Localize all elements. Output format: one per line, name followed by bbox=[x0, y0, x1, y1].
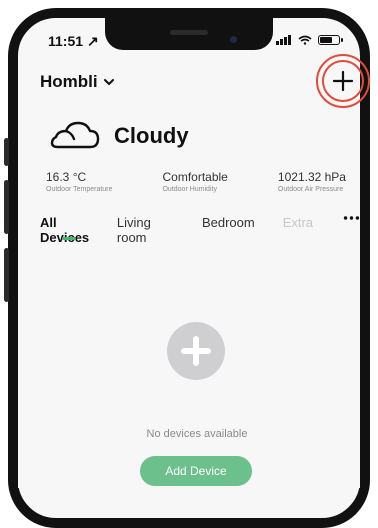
weather-stat-pressure: 1021.32 hPa Outdoor Air Pressure bbox=[278, 170, 346, 193]
status-time: 11:51 ↗ bbox=[48, 33, 99, 50]
mute-switch bbox=[4, 138, 9, 166]
home-selector[interactable]: Hombli bbox=[40, 72, 114, 92]
weather-stat-temperature: 16.3 °C Outdoor Temperature bbox=[46, 170, 112, 193]
battery-icon bbox=[318, 35, 343, 45]
wifi-icon bbox=[298, 35, 312, 45]
humidity-value: Comfortable bbox=[162, 170, 228, 184]
battery-level bbox=[320, 37, 332, 43]
tab-extra[interactable]: Extra bbox=[283, 215, 313, 230]
weather-summary: Cloudy bbox=[48, 119, 189, 153]
add-button[interactable] bbox=[331, 69, 355, 93]
volume-up-button bbox=[4, 180, 9, 234]
status-time-text: 11:51 bbox=[48, 33, 84, 49]
add-device-button[interactable]: Add Device bbox=[140, 456, 252, 486]
weather-stat-humidity: Comfortable Outdoor Humidity bbox=[162, 170, 227, 193]
volume-down-button bbox=[4, 248, 9, 302]
camera bbox=[230, 36, 237, 43]
phone-frame: 11:51 ↗ Hombli Cloudy 16.3 °C Outdoor Te… bbox=[0, 0, 378, 528]
chevron-down-icon bbox=[103, 79, 114, 85]
empty-state-message: No devices available bbox=[146, 428, 248, 440]
pressure-value: 1021.32 hPa bbox=[277, 170, 346, 184]
tab-all-devices-label: All Devices bbox=[40, 215, 89, 245]
weather-stats: 16.3 °C Outdoor Temperature Comfortable … bbox=[46, 170, 346, 193]
tab-active-indicator bbox=[62, 237, 76, 240]
signal-icon bbox=[276, 35, 291, 45]
tab-living-room[interactable]: Living room bbox=[117, 215, 174, 245]
status-icons bbox=[276, 35, 343, 45]
temperature-label: Outdoor Temperature bbox=[46, 186, 113, 193]
tab-all-devices[interactable]: All Devices bbox=[40, 215, 99, 245]
tab-bedroom-label: Bedroom bbox=[201, 215, 255, 230]
humidity-label: Outdoor Humidity bbox=[162, 186, 217, 193]
more-icon[interactable] bbox=[343, 215, 360, 221]
tab-living-room-label: Living room bbox=[116, 215, 151, 245]
home-name: Hombli bbox=[40, 72, 98, 91]
room-tabs: All Devices Living room Bedroom Extra bbox=[40, 215, 360, 245]
tab-bedroom[interactable]: Bedroom bbox=[202, 215, 255, 230]
location-arrow-icon: ↗ bbox=[86, 33, 99, 49]
weather-condition: Cloudy bbox=[114, 123, 189, 148]
empty-add-button[interactable] bbox=[167, 322, 225, 380]
pressure-label: Outdoor Air Pressure bbox=[277, 186, 344, 193]
cloud-icon bbox=[50, 121, 100, 149]
temperature-value: 16.3 °C bbox=[46, 170, 87, 184]
tab-extra-label: Extra bbox=[282, 215, 314, 230]
speaker bbox=[170, 30, 208, 35]
plus-icon bbox=[181, 336, 211, 366]
